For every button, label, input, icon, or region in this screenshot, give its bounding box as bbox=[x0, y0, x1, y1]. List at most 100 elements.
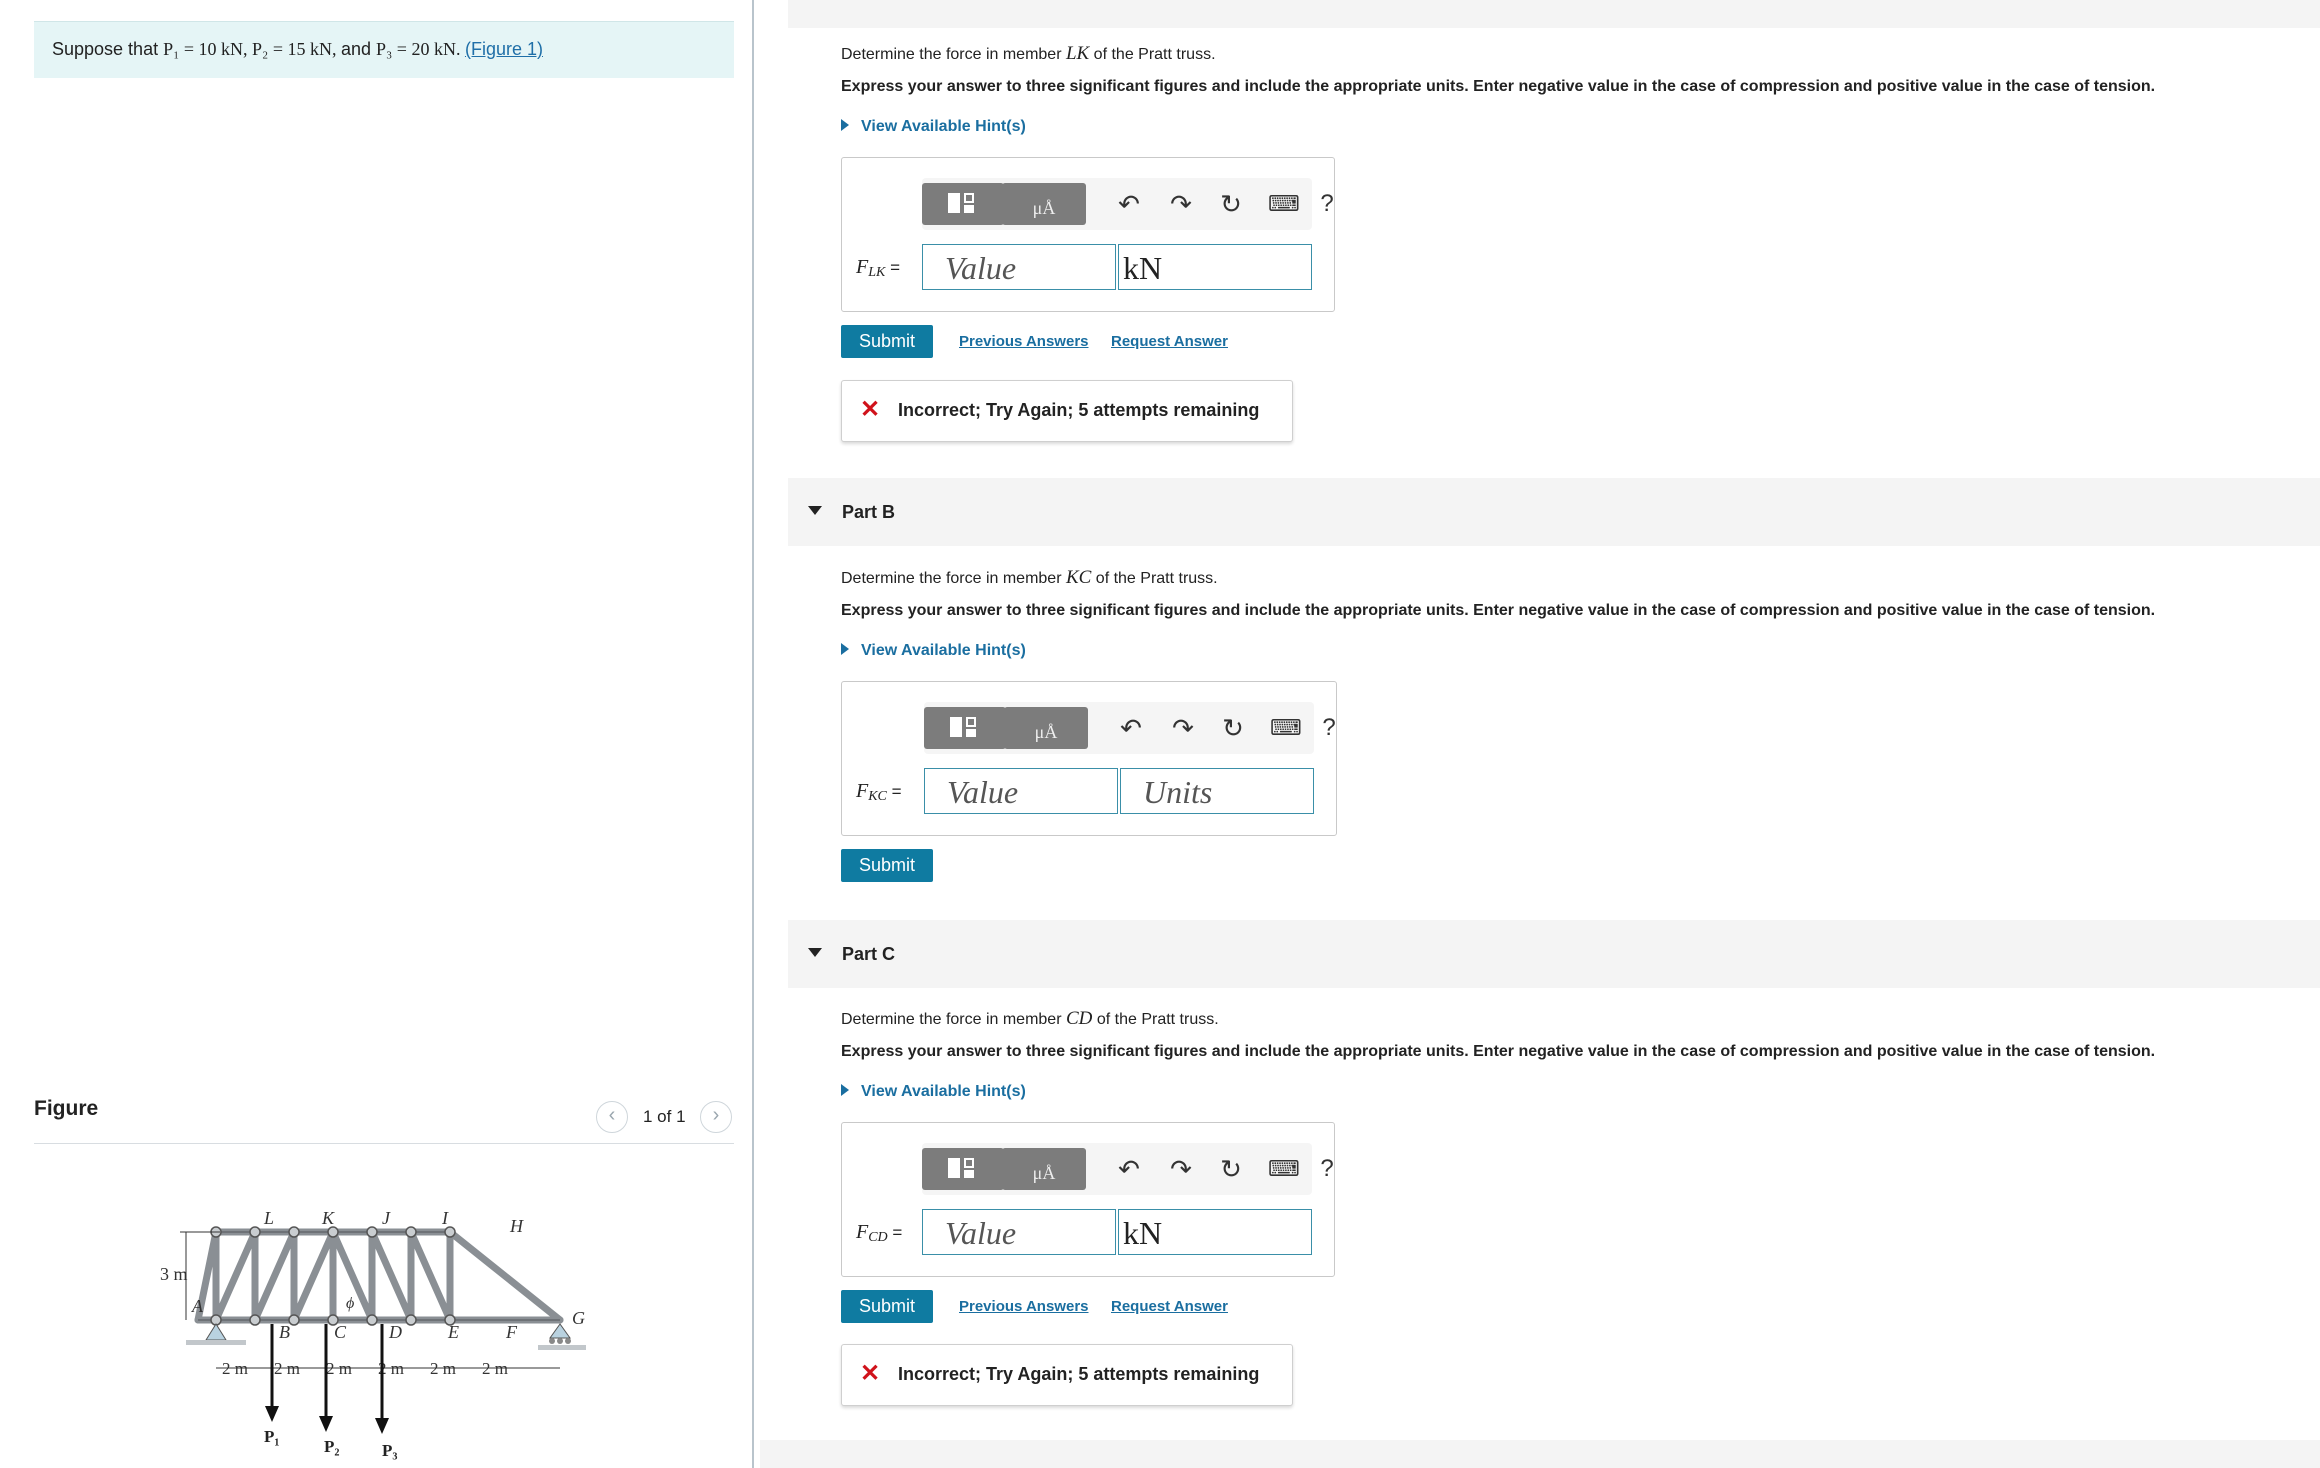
part-a-units-input[interactable]: kN bbox=[1118, 244, 1312, 290]
redo-icon[interactable]: ↷ bbox=[1166, 1154, 1196, 1184]
variable-subscript: LK bbox=[868, 265, 886, 280]
span-label-1: 2 m bbox=[222, 1359, 248, 1378]
redo-icon[interactable]: ↷ bbox=[1166, 189, 1196, 219]
node-label-e: E bbox=[447, 1322, 459, 1342]
part-b-title: Part B bbox=[842, 502, 896, 522]
reset-icon[interactable]: ↻ bbox=[1216, 1154, 1246, 1184]
variable-symbol: F bbox=[856, 780, 869, 802]
question-suffix: of the Pratt truss. bbox=[1089, 46, 1216, 63]
part-c-variable: FCD = bbox=[856, 1221, 902, 1246]
part-a-feedback: ✕ Incorrect; Try Again; 5 attempts remai… bbox=[841, 380, 1293, 442]
part-a-value-input[interactable]: Value bbox=[922, 244, 1116, 290]
part-b-units-input[interactable]: Units bbox=[1120, 768, 1314, 814]
node-label-c: C bbox=[334, 1322, 347, 1342]
member-name: KC bbox=[1065, 567, 1092, 588]
part-b-variable: FKC = bbox=[856, 780, 902, 805]
bottom-band bbox=[760, 1440, 2320, 1468]
part-c-feedback: ✕ Incorrect; Try Again; 5 attempts remai… bbox=[841, 1344, 1293, 1406]
part-c-submit-button[interactable]: Submit bbox=[841, 1290, 933, 1323]
part-c-previous-answers-link[interactable]: Previous Answers bbox=[959, 1298, 1089, 1315]
chevron-right-icon: › bbox=[712, 1104, 720, 1126]
units-button[interactable]: μÅ bbox=[1002, 183, 1086, 225]
templates-button[interactable] bbox=[922, 183, 1004, 225]
load-p1-value: P₁ = 10 kN, bbox=[163, 39, 253, 59]
previous-figure-button[interactable]: ‹ bbox=[596, 1101, 628, 1133]
node-label-a: A bbox=[191, 1296, 204, 1316]
part-a-answer-box: μÅ ↶ ↷ ↻ ⌨ ? FLK = Value kN bbox=[841, 157, 1335, 312]
templates-button[interactable] bbox=[922, 1148, 1004, 1190]
figure-link[interactable]: (Figure 1) bbox=[465, 39, 543, 59]
part-c-instructions: Express your answer to three significant… bbox=[841, 1043, 2156, 1060]
part-b-hint-toggle[interactable]: View Available Hint(s) bbox=[841, 642, 1026, 660]
help-button[interactable]: ? bbox=[1312, 189, 1342, 219]
figure-pager: 1 of 1 bbox=[643, 1107, 686, 1126]
equals-sign: = bbox=[885, 258, 900, 277]
math-toolbar: μÅ ↶ ↷ ↻ ⌨ ? bbox=[924, 702, 1336, 754]
part-c-header[interactable]: Part C bbox=[788, 920, 2320, 988]
span-label-6: 2 m bbox=[482, 1359, 508, 1378]
part-c-hint-toggle[interactable]: View Available Hint(s) bbox=[841, 1083, 1026, 1101]
node-label-h: H bbox=[509, 1216, 524, 1236]
templates-button[interactable] bbox=[924, 707, 1006, 749]
reset-icon[interactable]: ↻ bbox=[1218, 713, 1248, 743]
units-button[interactable]: μÅ bbox=[1004, 707, 1088, 749]
node-label-k: K bbox=[321, 1208, 335, 1228]
node-label-d: D bbox=[388, 1322, 402, 1342]
undo-icon[interactable]: ↶ bbox=[1114, 1154, 1144, 1184]
question-prefix: Determine the force in member bbox=[841, 46, 1066, 63]
problem-text: Suppose that P₁ = 10 kN, P₂ = 15 kN, and… bbox=[52, 39, 543, 60]
hint-label: View Available Hint(s) bbox=[861, 1083, 1026, 1100]
part-b-header[interactable]: Part B bbox=[788, 478, 2320, 546]
angle-label: ϕ bbox=[346, 1295, 354, 1312]
error-icon: ✕ bbox=[860, 1360, 881, 1387]
variable-symbol: F bbox=[856, 256, 869, 278]
reset-icon[interactable]: ↻ bbox=[1216, 189, 1246, 219]
part-c-request-answer-link[interactable]: Request Answer bbox=[1111, 1298, 1228, 1315]
question-prefix: Determine the force in member bbox=[841, 1011, 1066, 1028]
part-b-value-input[interactable]: Value bbox=[924, 768, 1118, 814]
node-label-f: F bbox=[505, 1322, 518, 1342]
caret-down-icon bbox=[808, 506, 822, 515]
feedback-message: Incorrect; Try Again; 5 attempts remaini… bbox=[898, 1364, 1260, 1384]
truss-members bbox=[194, 1228, 564, 1324]
left-pane: Suppose that P₁ = 10 kN, P₂ = 15 kN, and… bbox=[0, 0, 754, 1468]
redo-icon[interactable]: ↷ bbox=[1168, 713, 1198, 743]
part-a-instructions: Express your answer to three significant… bbox=[841, 78, 2156, 95]
help-button[interactable]: ? bbox=[1314, 713, 1344, 743]
part-a-request-answer-link[interactable]: Request Answer bbox=[1111, 333, 1228, 350]
problem-statement: Suppose that P₁ = 10 kN, P₂ = 15 kN, and… bbox=[34, 21, 734, 78]
keyboard-icon[interactable]: ⌨ bbox=[1268, 1154, 1300, 1184]
undo-icon[interactable]: ↶ bbox=[1116, 713, 1146, 743]
load-label-p1: P₁ bbox=[264, 1427, 279, 1446]
part-a-previous-answers-link[interactable]: Previous Answers bbox=[959, 333, 1089, 350]
help-button[interactable]: ? bbox=[1312, 1154, 1342, 1184]
part-c-units-input[interactable]: kN bbox=[1118, 1209, 1312, 1255]
variable-symbol: F bbox=[856, 1221, 869, 1243]
caret-right-icon bbox=[841, 643, 849, 655]
keyboard-icon[interactable]: ⌨ bbox=[1268, 189, 1300, 219]
part-a-header-band bbox=[788, 0, 2320, 28]
templates-icon bbox=[948, 1158, 974, 1178]
undo-icon[interactable]: ↶ bbox=[1114, 189, 1144, 219]
keyboard-icon[interactable]: ⌨ bbox=[1270, 713, 1302, 743]
part-a-variable: FLK = bbox=[856, 256, 900, 281]
node-label-i: I bbox=[441, 1208, 449, 1228]
question-suffix: of the Pratt truss. bbox=[1091, 570, 1218, 587]
caret-right-icon bbox=[841, 1084, 849, 1096]
problem-and: and bbox=[340, 39, 377, 59]
part-b-submit-button[interactable]: Submit bbox=[841, 849, 933, 882]
part-a-submit-button[interactable]: Submit bbox=[841, 325, 933, 358]
next-figure-button[interactable]: › bbox=[700, 1101, 732, 1133]
question-prefix: Determine the force in member bbox=[841, 570, 1066, 587]
templates-icon bbox=[948, 193, 974, 213]
units-button[interactable]: μÅ bbox=[1002, 1148, 1086, 1190]
part-c-value-input[interactable]: Value bbox=[922, 1209, 1116, 1255]
part-a-hint-toggle[interactable]: View Available Hint(s) bbox=[841, 118, 1026, 136]
error-icon: ✕ bbox=[860, 396, 881, 423]
part-a-question: Determine the force in member LK of the … bbox=[841, 43, 1216, 65]
span-label-3: 2 m bbox=[326, 1359, 352, 1378]
equals-sign: = bbox=[887, 1223, 903, 1242]
chevron-left-icon: ‹ bbox=[608, 1104, 616, 1126]
load-p2-value: P₂ = 15 kN, bbox=[252, 39, 341, 59]
feedback-message: Incorrect; Try Again; 5 attempts remaini… bbox=[898, 400, 1260, 420]
